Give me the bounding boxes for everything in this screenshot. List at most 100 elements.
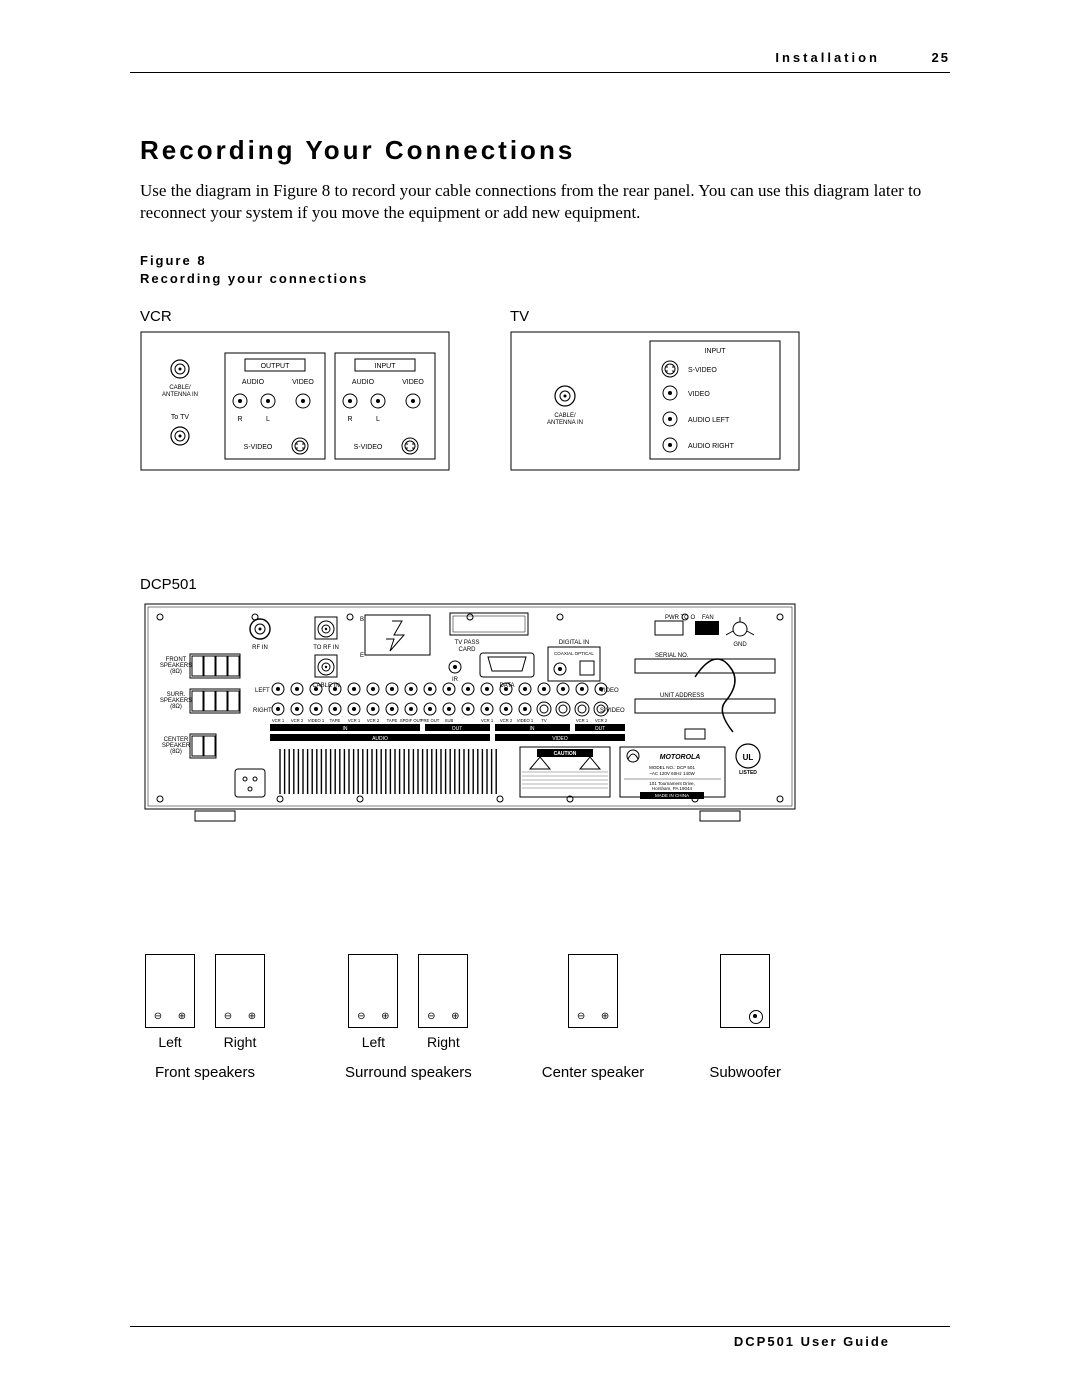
page: Installation 25 Recording Your Connectio…	[0, 0, 1080, 1397]
svg-text:Horsham, PA 19044: Horsham, PA 19044	[652, 786, 692, 791]
dcp501-block: DCP501 RF IN	[140, 576, 950, 834]
vcr-input-label: INPUT	[375, 363, 397, 370]
svg-text:OUT: OUT	[595, 726, 606, 732]
svg-text:UNIT ADDRESS: UNIT ADDRESS	[660, 693, 704, 699]
svg-text:AUDIO RIGHT: AUDIO RIGHT	[688, 443, 735, 450]
svg-text:PRE OUT: PRE OUT	[421, 718, 440, 723]
svg-text:GND: GND	[733, 642, 747, 648]
svg-text:COAXIAL OPTICAL: COAXIAL OPTICAL	[554, 651, 594, 656]
svg-text:LISTED: LISTED	[739, 770, 757, 776]
svg-text:S-VIDEO: S-VIDEO	[244, 444, 273, 451]
svg-text:SUB: SUB	[445, 718, 454, 723]
speaker-box: ⊖⊕	[145, 954, 195, 1028]
tv-block: TV CABLE/ ANTENNA IN INPUT S-VIDEO	[510, 308, 800, 476]
speaker-box: ⊖⊕	[215, 954, 265, 1028]
svg-text:IN: IN	[343, 726, 348, 732]
vcr-diagram: CABLE/ ANTENNA IN To TV OUTPUT AUDIO VID…	[140, 331, 450, 471]
svg-text:VIDEO 1: VIDEO 1	[308, 718, 325, 723]
svg-text:SERIAL NO.: SERIAL NO.	[655, 653, 689, 659]
svg-text:(8Ω): (8Ω)	[170, 704, 182, 710]
svg-text:CAUTION: CAUTION	[554, 751, 577, 757]
tv-diagram: CABLE/ ANTENNA IN INPUT S-VIDEO VIDEO AU…	[510, 331, 800, 471]
svg-text:MADE IN CHINA: MADE IN CHINA	[655, 793, 689, 798]
svg-text:TV PASS: TV PASS	[455, 640, 480, 646]
tv-input-label: INPUT	[705, 348, 727, 355]
svg-text:AUDIO LEFT: AUDIO LEFT	[688, 417, 730, 424]
dcp501-diagram: RF IN TO RF IN CABLE IN B E TV PASS CARD	[140, 599, 810, 829]
svg-text:VCR 1: VCR 1	[576, 718, 589, 723]
header-rule	[130, 72, 950, 73]
speaker-box: ⊖⊕	[568, 954, 618, 1028]
svg-text:RF IN: RF IN	[252, 645, 268, 651]
svg-text:ANTENNA IN: ANTENNA IN	[547, 420, 583, 426]
device-row-1: VCR CABLE/ ANTENNA IN To TV	[140, 308, 950, 476]
svg-text:~AC 120V 60Hz 140W: ~AC 120V 60Hz 140W	[649, 771, 695, 776]
svg-text:TAPE: TAPE	[330, 718, 341, 723]
front-speakers: ⊖⊕ Left ⊖⊕ Right Front speakers	[145, 954, 265, 1081]
vcr-totv-label: To TV	[171, 414, 189, 421]
svg-text:VIDEO: VIDEO	[552, 736, 568, 742]
center-speaker: ⊖⊕ Center speaker	[542, 954, 645, 1081]
tv-label: TV	[510, 308, 800, 325]
svg-text:CABLE/: CABLE/	[554, 413, 576, 419]
content: Recording Your Connections Use the diagr…	[140, 135, 950, 1081]
svg-text:TV: TV	[541, 718, 547, 723]
svg-text:VCR 2: VCR 2	[500, 718, 513, 723]
subwoofer-jack	[749, 1010, 763, 1024]
figure-number: Figure 8	[140, 253, 207, 268]
svg-text:VIDEO: VIDEO	[402, 379, 424, 386]
svg-text:ANTENNA IN: ANTENNA IN	[162, 392, 198, 398]
vcr-block: VCR CABLE/ ANTENNA IN To TV	[140, 308, 450, 476]
svg-text:S-VIDEO: S-VIDEO	[688, 367, 717, 374]
subwoofer-box	[720, 954, 770, 1028]
header-page-number: 25	[932, 50, 950, 65]
svg-text:R: R	[237, 416, 242, 423]
svg-text:AUDIO: AUDIO	[352, 379, 375, 386]
svg-text:IN: IN	[530, 726, 535, 732]
footer-rule	[130, 1326, 950, 1327]
svg-text:LEFT: LEFT	[255, 688, 270, 694]
svg-text:R: R	[347, 416, 352, 423]
svg-text:S-VIDEO: S-VIDEO	[354, 444, 383, 451]
body-text: Use the diagram in Figure 8 to record yo…	[140, 180, 950, 224]
svg-text:SPDIF OUT: SPDIF OUT	[400, 718, 423, 723]
svg-text:(8Ω): (8Ω)	[170, 749, 182, 755]
speaker-terminals: FRONT SPEAKERS (8Ω) SURR. SPEAKERS (8Ω) …	[160, 654, 240, 758]
speaker-box: ⊖⊕	[418, 954, 468, 1028]
svg-text:VCR 2: VCR 2	[595, 718, 608, 723]
page-title: Recording Your Connections	[140, 135, 950, 166]
vcr-label: VCR	[140, 308, 450, 325]
svg-text:UL: UL	[743, 753, 754, 762]
svg-text:VCR 1: VCR 1	[348, 718, 361, 723]
svg-text:VCR 1: VCR 1	[272, 718, 285, 723]
dcp501-label: DCP501	[140, 576, 950, 593]
rca-rows	[272, 683, 608, 716]
svg-text:VCR 1: VCR 1	[481, 718, 494, 723]
svg-text:AUDIO: AUDIO	[372, 736, 388, 742]
svg-text:VIDEO: VIDEO	[292, 379, 314, 386]
svg-text:FAN: FAN	[702, 615, 714, 621]
svg-text:IR: IR	[452, 677, 459, 683]
svg-text:MODEL NO.: DCP 501: MODEL NO.: DCP 501	[649, 765, 695, 770]
svg-text:L: L	[376, 416, 380, 423]
svg-text:TO RF IN: TO RF IN	[313, 645, 339, 651]
header-section: Installation	[775, 50, 880, 65]
vcr-ant-label: CABLE/	[169, 385, 191, 391]
svg-text:E: E	[360, 653, 364, 659]
figure-caption: Recording your connections	[140, 271, 368, 286]
svg-text:VIDEO 1: VIDEO 1	[517, 718, 534, 723]
svg-text:DIGITAL IN: DIGITAL IN	[559, 640, 589, 646]
subwoofer: Subwoofer	[709, 954, 781, 1081]
svg-text:VIDEO: VIDEO	[600, 688, 619, 694]
figure-label: Figure 8 Recording your connections	[140, 252, 950, 288]
svg-text:RIGHT: RIGHT	[253, 708, 272, 714]
surround-speakers: ⊖⊕ Left ⊖⊕ Right Surround speakers	[345, 954, 472, 1081]
svg-text:AUDIO: AUDIO	[242, 379, 265, 386]
svg-text:VIDEO: VIDEO	[688, 391, 710, 398]
svg-text:MOTOROLA: MOTOROLA	[660, 754, 701, 761]
svg-text:CARD: CARD	[458, 647, 476, 653]
svg-text:VCR 2: VCR 2	[291, 718, 304, 723]
svg-text:S-VIDEO: S-VIDEO	[600, 708, 625, 714]
svg-text:(8Ω): (8Ω)	[170, 669, 182, 675]
svg-text:B: B	[360, 617, 364, 623]
